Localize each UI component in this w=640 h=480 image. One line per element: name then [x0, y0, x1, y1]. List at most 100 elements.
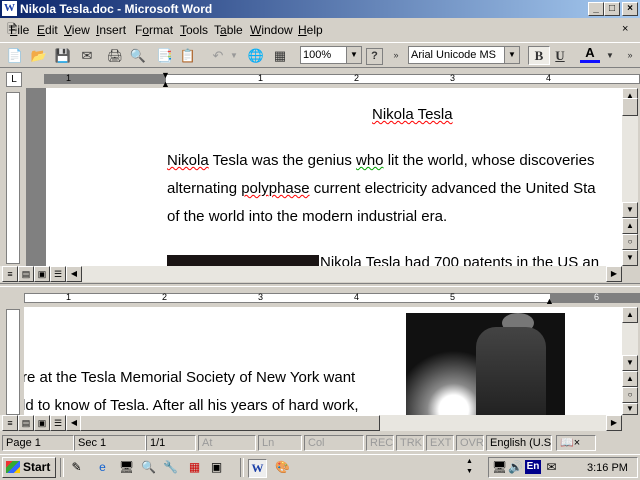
tables-borders-icon[interactable]: ▦ — [270, 46, 290, 65]
email-icon[interactable]: ✉ — [77, 46, 97, 65]
vertical-scrollbar-top[interactable]: ▲ ▼ ▲ ○ ▼ — [622, 88, 638, 266]
previous-page-icon[interactable]: ▲ — [622, 371, 638, 387]
outline-view-icon[interactable]: ☰ — [50, 266, 66, 282]
quicklaunch-search-icon[interactable]: 🔍 — [140, 459, 157, 476]
status-ext[interactable]: EXT — [426, 435, 454, 451]
next-page-icon[interactable]: ▼ — [622, 250, 638, 266]
language-indicator[interactable]: En — [525, 460, 541, 474]
horizontal-ruler-top[interactable]: L 1 1 2 3 4 ▼ ▲ — [0, 70, 640, 89]
document-pane-top[interactable]: Nikola Tesla Nikola Tesla was the genius… — [46, 88, 622, 266]
select-browse-object-icon[interactable]: ○ — [622, 234, 638, 250]
taskbar-word-icon[interactable]: W — [248, 459, 267, 478]
ruler-number: 1 — [258, 73, 264, 83]
quicklaunch-tools-icon[interactable]: 🔧 — [162, 459, 179, 476]
doc-close-icon[interactable]: × — [622, 23, 628, 35]
menu-insert[interactable]: Insert — [96, 23, 126, 37]
menu-file[interactable]: File — [10, 23, 29, 37]
start-button[interactable]: Start — [2, 457, 56, 478]
scroll-right-icon[interactable]: ▶ — [606, 415, 622, 431]
volume-icon[interactable]: 🔊 — [507, 459, 524, 476]
ruler-number: 2 — [162, 292, 168, 302]
tesla-photo[interactable] — [406, 313, 565, 415]
scroll-up-icon[interactable]: ▲ — [622, 307, 638, 323]
scroll-down-icon[interactable]: ▼ — [622, 355, 638, 371]
chevron-down-icon[interactable]: ▼ — [600, 46, 620, 65]
status-ovr[interactable]: OVR — [456, 435, 484, 451]
status-section: Sec 1 — [74, 435, 146, 451]
toolbar-options-icon[interactable]: » — [386, 46, 406, 65]
menu-window[interactable]: Window — [250, 23, 293, 37]
undo-dropdown-icon[interactable]: ▼ — [224, 46, 244, 65]
help-icon[interactable]: ? — [366, 48, 383, 65]
chevron-down-icon[interactable]: ▼ — [346, 47, 361, 63]
word-app-icon[interactable]: W — [2, 1, 17, 16]
taskbar-paint-icon[interactable]: 🎨 — [274, 459, 291, 476]
taskbar-scroll-icon[interactable]: ▲ ▼ — [466, 457, 473, 477]
status-language[interactable]: English (U.S — [486, 435, 552, 451]
menu-edit[interactable]: Edit — [37, 23, 58, 37]
copy-icon[interactable]: 📑 — [155, 46, 175, 65]
hscroll-thumb[interactable] — [80, 415, 380, 431]
scroll-down-icon[interactable]: ▼ — [622, 202, 638, 218]
right-indent-icon[interactable]: ▲ — [545, 296, 554, 306]
web-layout-icon[interactable]: ▤ — [18, 266, 34, 282]
underline-button[interactable]: U — [550, 46, 570, 65]
tray-network-icon[interactable]: 🖥 — [491, 459, 508, 476]
paragraph-line: Nikola Tesla had 700 patents in the US a… — [320, 254, 600, 266]
quicklaunch-network-icon[interactable]: 🖥 — [118, 459, 135, 476]
previous-page-icon[interactable]: ▲ — [622, 218, 638, 234]
status-rec[interactable]: REC — [366, 435, 394, 451]
scroll-thumb[interactable] — [622, 98, 638, 116]
print-icon[interactable]: 🖨 — [105, 46, 125, 65]
horizontal-ruler-bottom[interactable]: 1 2 3 4 5 6 ▲ — [0, 289, 640, 307]
font-color-button[interactable]: A — [580, 46, 600, 63]
menu-format[interactable]: Format — [135, 23, 173, 37]
spelling-status-icon[interactable]: 📖× — [556, 435, 596, 451]
menu-tools[interactable]: Tools — [180, 23, 208, 37]
outline-view-icon[interactable]: ☰ — [50, 415, 66, 431]
ruler-number: 3 — [258, 292, 264, 302]
quicklaunch-window-icon[interactable]: ▣ — [208, 459, 225, 476]
close-button[interactable]: × — [622, 2, 638, 16]
print-layout-icon[interactable]: ▣ — [34, 415, 50, 431]
tray-mail-icon[interactable]: ✉ — [543, 459, 560, 476]
print-layout-icon[interactable]: ▣ — [34, 266, 50, 282]
horizontal-scrollbar-bottom[interactable]: ≡ ▤ ▣ ☰ ◀ ▶ — [0, 415, 622, 431]
menu-help[interactable]: Help — [298, 23, 323, 37]
print-preview-icon[interactable]: 🔍 — [128, 46, 148, 65]
toolbar-options-icon[interactable]: » — [620, 46, 640, 65]
ruler-number: 6 — [594, 292, 600, 302]
normal-view-icon[interactable]: ≡ — [2, 415, 18, 431]
menu-view[interactable]: View — [64, 23, 90, 37]
normal-view-icon[interactable]: ≡ — [2, 266, 18, 282]
chevron-down-icon[interactable]: ▼ — [504, 47, 519, 63]
menu-table[interactable]: Table — [214, 23, 243, 37]
windows-logo-icon — [6, 461, 20, 473]
zoom-combo[interactable]: 100% ▼ — [300, 46, 362, 64]
clock[interactable]: 3:16 PM — [587, 462, 628, 474]
bold-button[interactable]: B — [528, 46, 550, 65]
scroll-right-icon[interactable]: ▶ — [606, 266, 622, 282]
open-folder-icon[interactable]: 📂 — [29, 46, 49, 65]
horizontal-scrollbar-top[interactable]: ≡ ▤ ▣ ☰ ◀ ▶ — [0, 266, 622, 282]
web-layout-icon[interactable]: ▤ — [18, 415, 34, 431]
select-browse-object-icon[interactable]: ○ — [622, 387, 638, 403]
minimize-button[interactable]: _ — [588, 2, 604, 16]
status-trk[interactable]: TRK — [396, 435, 424, 451]
save-icon[interactable]: 💾 — [53, 46, 73, 65]
new-document-icon[interactable]: 📄 — [5, 46, 25, 65]
split-bar[interactable] — [0, 283, 640, 287]
image-placeholder[interactable] — [167, 255, 319, 266]
next-page-icon[interactable]: ▼ — [622, 403, 638, 415]
quicklaunch-ie-icon[interactable]: e — [94, 459, 111, 476]
scroll-left-icon[interactable]: ◀ — [66, 266, 82, 282]
tab-selector-icon[interactable]: L — [6, 72, 22, 87]
paste-icon[interactable]: 📋 — [178, 46, 198, 65]
document-pane-bottom[interactable]: re at the Tesla Memorial Society of New … — [24, 307, 622, 415]
quicklaunch-app-icon[interactable]: ▦ — [186, 459, 203, 476]
vertical-scrollbar-bottom[interactable]: ▲ ▼ ▲ ○ ▼ — [622, 307, 638, 415]
insert-hyperlink-icon[interactable]: 🌐 — [246, 46, 266, 65]
quicklaunch-edit-icon[interactable]: ✎ — [68, 459, 85, 476]
maximize-button[interactable]: □ — [604, 2, 620, 16]
font-combo[interactable]: Arial Unicode MS ▼ — [408, 46, 520, 64]
